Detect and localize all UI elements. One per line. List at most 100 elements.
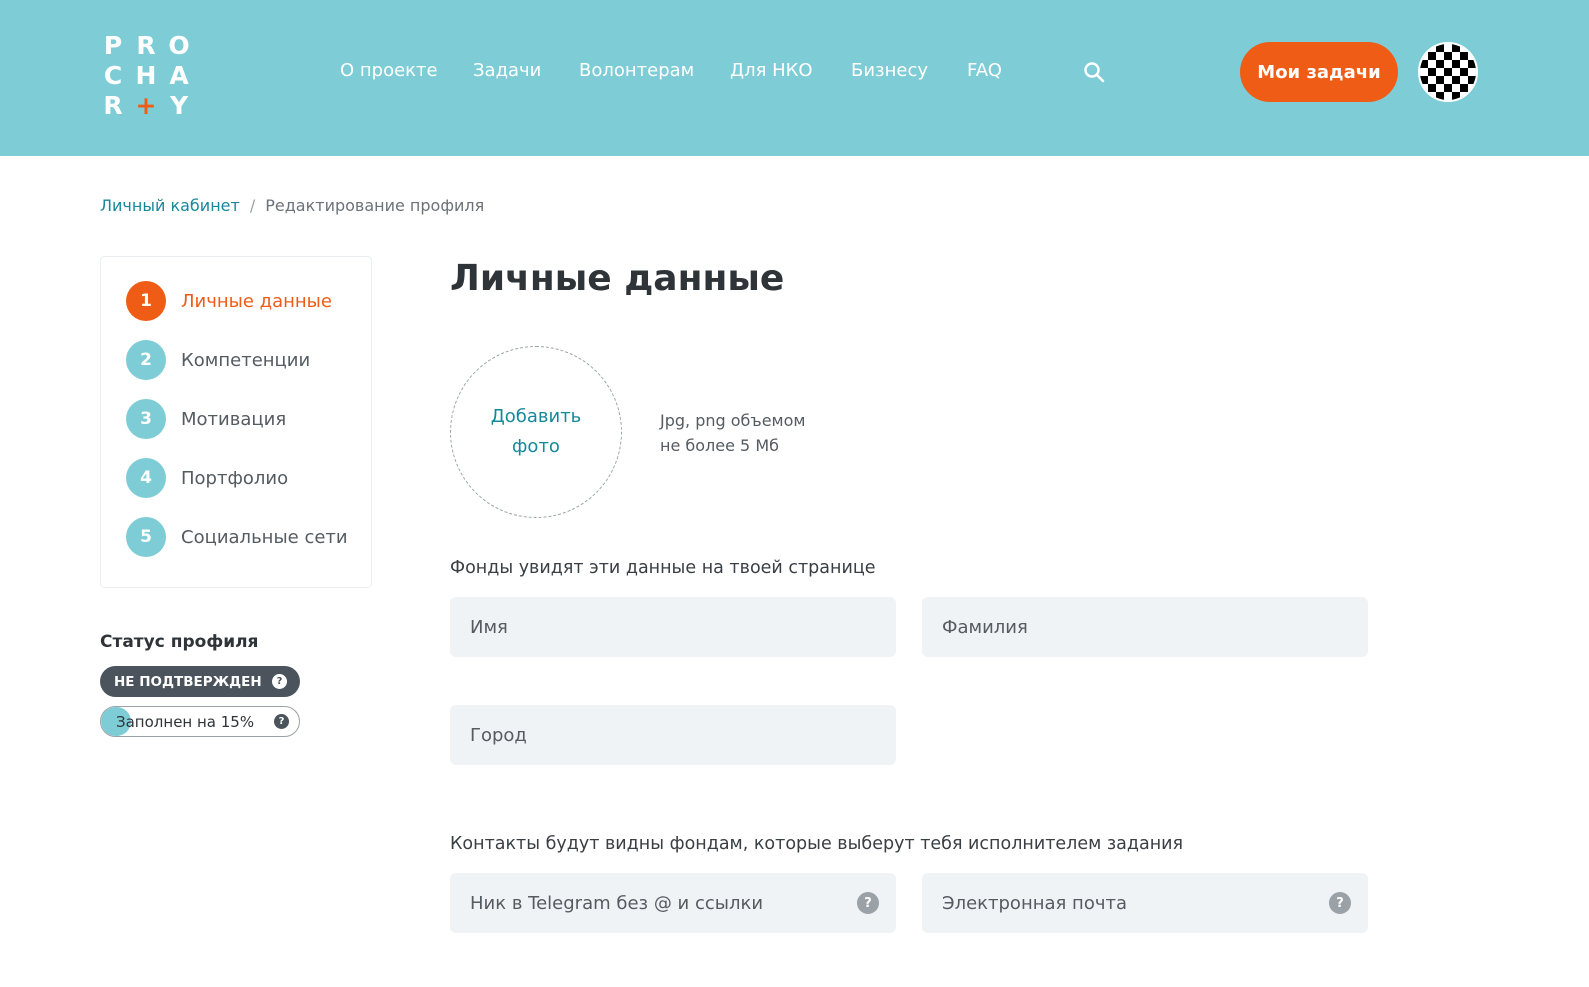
step-item[interactable]: 5 Социальные сети — [126, 517, 348, 557]
avatar-tile — [1452, 76, 1460, 84]
avatar-tile — [1460, 44, 1468, 52]
step-label: Мотивация — [181, 408, 287, 430]
avatar-tile — [1452, 44, 1460, 52]
avatar-tile — [1460, 76, 1468, 84]
avatar-tile — [1420, 60, 1428, 68]
avatar-tile — [1428, 76, 1436, 84]
status-badge-label: НЕ ПОДТВЕРЖДЕН — [114, 673, 262, 690]
procharity-logo[interactable]: P R O C H A R + Y — [100, 30, 192, 120]
profile-steps: 1 Личные данные 2 Компетенции 3 Мотивация 4 Пор… — [100, 256, 372, 588]
avatar-tile — [1468, 92, 1476, 100]
status-help-icon[interactable]: ? — [272, 674, 287, 689]
avatar-tile — [1444, 76, 1452, 84]
avatar-tile — [1452, 60, 1460, 68]
avatar-tile — [1428, 52, 1436, 60]
avatar-tile — [1468, 76, 1476, 84]
avatar-tile — [1420, 44, 1428, 52]
avatar-tile — [1452, 68, 1460, 76]
email-help-icon[interactable]: ? — [1329, 892, 1351, 914]
step-item[interactable]: 1 Личные данные — [126, 281, 332, 321]
avatar-tile — [1468, 52, 1476, 60]
avatar-tile — [1468, 84, 1476, 92]
avatar-tile — [1428, 60, 1436, 68]
avatar-tile — [1444, 44, 1452, 52]
step-number: 1 — [126, 281, 166, 321]
logo-letter: A — [169, 60, 189, 90]
breadcrumb-current: Редактирование профиля — [265, 196, 485, 215]
first-name-field[interactable] — [450, 597, 896, 657]
step-number: 4 — [126, 458, 166, 498]
step-item[interactable]: 3 Мотивация — [126, 399, 286, 439]
progress-help-icon[interactable]: ? — [274, 714, 289, 729]
status-title: Статус профиля — [100, 632, 259, 652]
status-badge: НЕ ПОДТВЕРЖДЕН ? — [100, 666, 300, 697]
avatar-tile — [1420, 52, 1428, 60]
avatar-tile — [1420, 84, 1428, 92]
avatar-tile — [1444, 52, 1452, 60]
my-tasks-button[interactable]: Мои задачи — [1240, 42, 1398, 102]
search-icon[interactable] — [1082, 60, 1106, 84]
checkered-avatar-image — [1420, 44, 1476, 100]
avatar-tile — [1428, 44, 1436, 52]
logo-row: R + Y — [100, 90, 192, 120]
profile-progress: Заполнен на 15% ? — [100, 706, 300, 737]
logo-letter: O — [168, 30, 190, 60]
avatar-tile — [1428, 84, 1436, 92]
avatar-tile — [1460, 68, 1468, 76]
nav-business[interactable]: Бизнесу — [851, 60, 928, 81]
nav-nko[interactable]: Для НКО — [730, 60, 813, 81]
email-field[interactable] — [922, 873, 1368, 933]
photo-hint-line2: не более 5 Мб — [660, 436, 779, 455]
avatar-tile — [1428, 68, 1436, 76]
last-name-field[interactable] — [922, 597, 1368, 657]
avatar-tile — [1436, 52, 1444, 60]
avatar-tile — [1428, 92, 1436, 100]
avatar-tile — [1452, 92, 1460, 100]
avatar-tile — [1420, 92, 1428, 100]
nav-volunteers[interactable]: Волонтерам — [579, 60, 694, 81]
step-number: 3 — [126, 399, 166, 439]
nav-tasks[interactable]: Задачи — [473, 60, 541, 81]
nav-faq[interactable]: FAQ — [967, 60, 1002, 81]
step-number: 2 — [126, 340, 166, 380]
logo-letter: R — [103, 90, 123, 120]
avatar-tile — [1460, 84, 1468, 92]
logo-row: CHA — [100, 60, 192, 90]
nav-about[interactable]: О проекте — [340, 60, 438, 81]
progress-text: Заполнен на 15% — [116, 713, 255, 731]
telegram-field[interactable] — [450, 873, 896, 933]
avatar-tile — [1452, 52, 1460, 60]
avatar-tile — [1436, 76, 1444, 84]
add-photo-label: Добавить фото — [490, 406, 582, 457]
breadcrumb: Личный кабинет / Редактирование профиля — [100, 196, 484, 215]
step-item[interactable]: 2 Компетенции — [126, 340, 310, 380]
avatar[interactable] — [1418, 42, 1478, 102]
avatar-tile — [1468, 68, 1476, 76]
step-label: Портфолио — [181, 467, 289, 489]
breadcrumb-home[interactable]: Личный кабинет — [100, 196, 240, 215]
logo-letter: H — [135, 60, 157, 90]
avatar-tile — [1436, 68, 1444, 76]
contacts-note: Контакты будут видны фондам, которые выб… — [450, 834, 1184, 854]
step-label: Социальные сети — [181, 526, 348, 548]
avatar-tile — [1468, 44, 1476, 52]
avatar-tile — [1436, 60, 1444, 68]
avatar-tile — [1460, 60, 1468, 68]
avatar-tile — [1444, 92, 1452, 100]
logo-letter: P — [103, 30, 123, 60]
step-item[interactable]: 4 Портфолио — [126, 458, 288, 498]
photo-hint: Jpg, png объемом не более 5 Мб — [660, 408, 860, 458]
avatar-tile — [1460, 92, 1468, 100]
step-label: Компетенции — [181, 349, 311, 371]
breadcrumb-separator: / — [249, 196, 256, 215]
add-photo-button[interactable]: Добавить фото — [450, 346, 622, 518]
avatar-tile — [1436, 84, 1444, 92]
public-data-note: Фонды увидят эти данные на твоей страниц… — [450, 558, 876, 578]
telegram-help-icon[interactable]: ? — [857, 892, 879, 914]
logo-letter: Y — [169, 90, 189, 120]
site-header: P R O C H A R + Y О проекте Задачи Волонтерам Дл… — [0, 0, 1589, 156]
avatar-tile — [1444, 84, 1452, 92]
step-label: Личные данные — [181, 290, 332, 312]
avatar-tile — [1444, 60, 1452, 68]
city-field[interactable] — [450, 705, 896, 765]
